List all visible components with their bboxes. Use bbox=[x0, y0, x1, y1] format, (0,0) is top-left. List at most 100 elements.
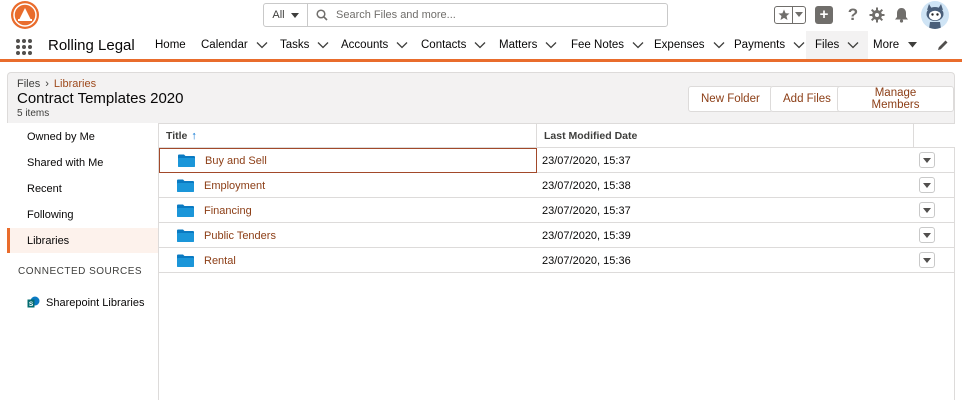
nav-item-files[interactable]: Files bbox=[806, 31, 869, 59]
nav-item-label: Accounts bbox=[341, 39, 389, 51]
title-cell[interactable]: Buy and Sell bbox=[159, 148, 537, 173]
chevron-down-icon[interactable] bbox=[474, 40, 486, 50]
nav-item-label: Expenses bbox=[654, 39, 705, 51]
nav-item-label: Contacts bbox=[421, 39, 467, 51]
chevron-down-icon bbox=[923, 157, 931, 163]
chevron-down-icon[interactable] bbox=[545, 40, 557, 50]
nav-item-label: Calendar bbox=[201, 39, 248, 51]
new-folder-button[interactable]: New Folder bbox=[688, 86, 773, 112]
nav-item-tasks[interactable]: Tasks bbox=[280, 31, 329, 59]
nav-item-label: Payments bbox=[734, 39, 786, 51]
app-name: Rolling Legal bbox=[48, 37, 135, 54]
row-actions-button[interactable] bbox=[919, 227, 935, 243]
nav-item-home[interactable]: Home bbox=[155, 31, 186, 59]
chevron-down-icon[interactable] bbox=[713, 40, 725, 50]
divider bbox=[791, 7, 793, 23]
item-count: 5 items bbox=[17, 108, 50, 119]
column-header-last-modified[interactable]: Last Modified Date bbox=[536, 124, 913, 148]
edit-nav-button[interactable] bbox=[937, 39, 949, 54]
question-icon: ? bbox=[847, 5, 859, 24]
chevron-down-icon bbox=[923, 232, 931, 238]
sharepoint-icon: S bbox=[27, 296, 40, 308]
file-name-link[interactable]: Employment bbox=[204, 180, 265, 192]
chevron-down-icon[interactable] bbox=[847, 40, 859, 50]
table-row[interactable]: Buy and Sell 23/07/2020, 15:37 bbox=[159, 148, 955, 173]
title-cell[interactable]: Rental bbox=[159, 248, 537, 273]
global-header: All + ? bbox=[0, 0, 962, 30]
chevron-down-icon[interactable] bbox=[256, 40, 268, 50]
row-actions-button[interactable] bbox=[919, 152, 935, 168]
row-actions-button[interactable] bbox=[919, 252, 935, 268]
search-scope-label: All bbox=[272, 9, 285, 21]
chevron-down-icon[interactable] bbox=[317, 40, 329, 50]
breadcrumb-libraries[interactable]: Libraries bbox=[54, 78, 96, 90]
search-input[interactable] bbox=[336, 5, 667, 25]
files-table: Title ↑ Last Modified Date Buy and Sell … bbox=[158, 123, 955, 400]
notifications-button[interactable] bbox=[892, 5, 910, 25]
table-row[interactable]: Financing 23/07/2020, 15:37 bbox=[159, 198, 955, 223]
nav-item-fee-notes[interactable]: Fee Notes bbox=[571, 31, 644, 59]
app-launcher-icon[interactable] bbox=[16, 39, 32, 55]
nav-item-calendar[interactable]: Calendar bbox=[201, 31, 268, 59]
search-icon bbox=[308, 9, 336, 21]
modified-date: 23/07/2020, 15:37 bbox=[542, 204, 631, 217]
help-button[interactable]: ? bbox=[845, 5, 861, 25]
table-row[interactable]: Rental 23/07/2020, 15:36 bbox=[159, 248, 955, 273]
sidebar-item-label: Shared with Me bbox=[27, 156, 104, 169]
table-row[interactable]: Public Tenders 23/07/2020, 15:39 bbox=[159, 223, 955, 248]
nav-item-payments[interactable]: Payments bbox=[734, 31, 805, 59]
nav-item-matters[interactable]: Matters bbox=[499, 31, 557, 59]
app-logo-icon[interactable] bbox=[9, 0, 41, 30]
sidebar-item-sharepoint-libraries[interactable]: S Sharepoint Libraries bbox=[27, 296, 144, 309]
table-row[interactable]: Employment 23/07/2020, 15:38 bbox=[159, 173, 955, 198]
global-create-button[interactable]: + bbox=[815, 6, 833, 24]
sidebar-item-following[interactable]: Following bbox=[7, 202, 158, 227]
row-actions-button[interactable] bbox=[919, 202, 935, 218]
folder-icon bbox=[177, 229, 194, 242]
manage-members-button[interactable]: Manage Members bbox=[837, 86, 954, 112]
nav-item-label: Home bbox=[155, 39, 186, 51]
search-scope-dropdown[interactable]: All bbox=[264, 4, 308, 26]
chevron-down-icon bbox=[923, 182, 931, 188]
modified-date: 23/07/2020, 15:38 bbox=[542, 179, 631, 192]
sidebar-item-recent[interactable]: Recent bbox=[7, 176, 158, 201]
chevron-down-icon bbox=[923, 207, 931, 213]
connected-sources-heading: CONNECTED SOURCES bbox=[18, 266, 143, 277]
user-avatar[interactable] bbox=[921, 1, 949, 29]
modified-date: 23/07/2020, 15:39 bbox=[542, 229, 631, 242]
chevron-down-icon[interactable] bbox=[632, 40, 644, 50]
sidebar-item-owned-by-me[interactable]: Owned by Me bbox=[7, 124, 158, 149]
file-name-link[interactable]: Public Tenders bbox=[204, 230, 276, 242]
sidebar-item-label: Sharepoint Libraries bbox=[46, 296, 145, 309]
folder-icon bbox=[177, 254, 194, 267]
nav-item-label: Files bbox=[815, 39, 840, 51]
chevron-down-icon[interactable] bbox=[396, 40, 408, 50]
svg-text:S: S bbox=[29, 301, 34, 308]
column-header-title[interactable]: Title ↑ bbox=[159, 124, 536, 148]
setup-button[interactable] bbox=[868, 5, 886, 25]
page-header: Files › Libraries Contract Templates 202… bbox=[7, 72, 955, 123]
nav-item-accounts[interactable]: Accounts bbox=[341, 31, 408, 59]
nav-item-contacts[interactable]: Contacts bbox=[421, 31, 486, 59]
sidebar-item-libraries[interactable]: Libraries bbox=[7, 228, 158, 253]
sidebar-item-label: Following bbox=[27, 208, 74, 221]
add-files-button[interactable]: Add Files bbox=[770, 86, 844, 112]
favorites-button[interactable] bbox=[774, 6, 806, 24]
nav-item-label: Matters bbox=[499, 39, 538, 51]
app-navigation-bar: Rolling Legal Home Calendar Tasks Accoun… bbox=[0, 31, 962, 62]
breadcrumb-files[interactable]: Files bbox=[17, 78, 40, 90]
page-title: Contract Templates 2020 bbox=[17, 90, 184, 107]
nav-item-expenses[interactable]: Expenses bbox=[654, 31, 725, 59]
row-actions-button[interactable] bbox=[919, 177, 935, 193]
file-name-link[interactable]: Buy and Sell bbox=[205, 155, 267, 167]
folder-icon bbox=[177, 179, 194, 192]
chevron-down-icon[interactable] bbox=[793, 40, 805, 50]
file-name-link[interactable]: Rental bbox=[204, 255, 236, 267]
title-cell[interactable]: Financing bbox=[159, 198, 537, 223]
title-cell[interactable]: Public Tenders bbox=[159, 223, 537, 248]
title-cell[interactable]: Employment bbox=[159, 173, 537, 198]
nav-item-more[interactable]: More bbox=[873, 31, 918, 59]
folder-icon bbox=[177, 204, 194, 217]
file-name-link[interactable]: Financing bbox=[204, 205, 252, 217]
sidebar-item-shared-with-me[interactable]: Shared with Me bbox=[7, 150, 158, 175]
